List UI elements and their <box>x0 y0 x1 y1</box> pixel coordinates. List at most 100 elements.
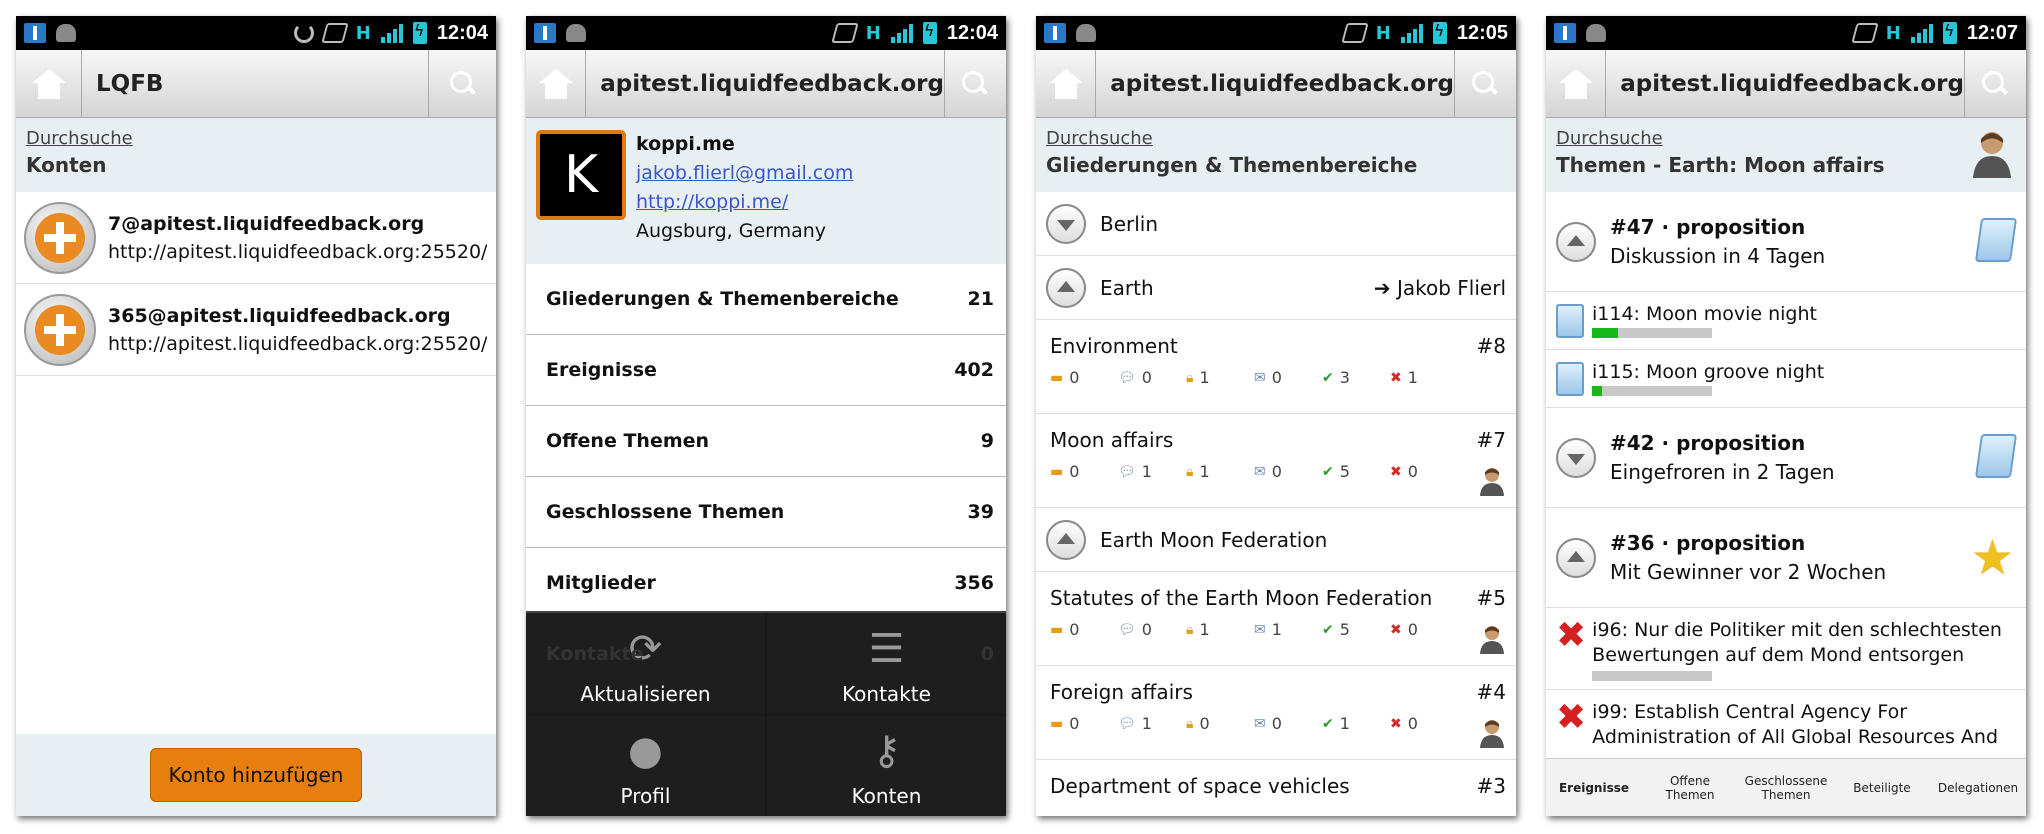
breadcrumb-link[interactable]: Durchsuche <box>1556 128 2016 149</box>
initiative-row[interactable]: ✖ i96: Nur die Politiker mit den schlech… <box>1546 608 2026 690</box>
usb-icon <box>534 23 556 43</box>
home-icon <box>1048 68 1083 99</box>
area-row-environment[interactable]: Environment #8 ▬ 0 💬︎ 0 🔒︎ 1 ✉ 0 ✔ 3 ✖ 1 <box>1036 320 1516 414</box>
search-button[interactable] <box>943 50 1006 117</box>
area-avatar-icon <box>1973 132 2011 178</box>
menu-item-profile[interactable]: ● Profil <box>526 715 765 816</box>
stat-new: 0 <box>1069 368 1080 387</box>
collapse-icon[interactable] <box>1556 537 1596 578</box>
stat-row-closed-issues[interactable]: Geschlossene Themen 39 <box>526 477 1006 548</box>
screen-areas: H 12:05 apitest.liquidfeedback.org Durch… <box>1036 16 1516 816</box>
tab-delegations[interactable]: Delegationen <box>1930 759 2026 816</box>
add-account-button[interactable]: Konto hinzufügen <box>149 748 363 802</box>
home-icon <box>31 68 66 99</box>
stat-rejected: 0 <box>1407 714 1418 733</box>
cross-icon: ✖ <box>1390 715 1402 732</box>
support-bar <box>1592 386 1712 396</box>
search-button[interactable] <box>428 50 496 117</box>
page-title: Gliederungen & Themenbereiche <box>1046 153 1418 177</box>
search-button[interactable] <box>1963 50 2026 117</box>
area-number: #3 <box>1476 774 1506 798</box>
issue-row-36[interactable]: #36 · proposition Mit Gewinner vor 2 Woc… <box>1546 508 2026 608</box>
bottom-tab-bar: Ereignisse Offene Themen Geschlossene Th… <box>1546 758 2026 816</box>
account-item[interactable]: 365@apitest.liquidfeedback.org http://ap… <box>16 284 496 376</box>
member-avatar-icon <box>1480 468 1504 496</box>
signal-icon <box>890 23 913 43</box>
tab-open-issues[interactable]: Offene Themen <box>1642 759 1738 816</box>
check-icon: ✔ <box>1322 463 1334 480</box>
stat-row-open-issues[interactable]: Offene Themen 9 <box>526 406 1006 477</box>
account-url: http://apitest.liquidfeedback.org:25520/ <box>108 332 488 355</box>
home-button[interactable] <box>16 50 82 117</box>
add-circle-icon <box>24 293 96 366</box>
expand-icon[interactable] <box>1556 437 1596 478</box>
status-bar: H 12:05 <box>1036 16 1516 50</box>
menu-item-accounts[interactable]: ⚷ Konten <box>767 715 1006 816</box>
options-menu: Kontakte ⟳ Aktualisieren 0 ☰ Kontakte ● … <box>526 611 1006 816</box>
home-button[interactable] <box>1036 50 1097 117</box>
action-bar: apitest.liquidfeedback.org <box>526 50 1006 118</box>
stat-voting: 1 <box>1271 620 1282 639</box>
stat-new: 0 <box>1069 714 1080 733</box>
search-icon <box>1982 70 2008 97</box>
unit-row-earth[interactable]: Earth ➔ Jakob Flierl <box>1036 256 1516 320</box>
breadcrumb-link[interactable]: Durchsuche <box>26 128 486 149</box>
ballot-icon: ✉ <box>1254 715 1266 732</box>
stat-accepted: 5 <box>1339 462 1350 481</box>
action-bar: apitest.liquidfeedback.org <box>1036 50 1516 118</box>
tab-events[interactable]: Ereignisse <box>1546 759 1642 816</box>
action-bar: LQFB <box>16 50 496 118</box>
tab-participants[interactable]: Beteiligte <box>1834 759 1930 816</box>
screen-issues: H 12:07 apitest.liquidfeedback.org Durch… <box>1546 16 2026 816</box>
page-title: Konten <box>26 153 107 177</box>
home-button[interactable] <box>526 50 587 117</box>
expand-icon[interactable] <box>1046 203 1086 244</box>
stat-label: Mitglieder <box>546 572 656 594</box>
collapse-icon[interactable] <box>1556 221 1596 262</box>
profile-website-link[interactable]: http://koppi.me/ <box>636 188 853 217</box>
winner-star-icon: ★ <box>1970 530 2014 586</box>
add-circle-icon <box>24 201 96 274</box>
stat-label: Gliederungen & Themenbereiche <box>546 288 899 310</box>
account-item[interactable]: 7@apitest.liquidfeedback.org http://apit… <box>16 192 496 284</box>
area-row-foreign-affairs[interactable]: Foreign affairs #4 ▬ 0 💬︎ 1 🔒︎ 0 ✉ 0 ✔ 1 ✖ 0 <box>1036 666 1516 760</box>
arrow-right-icon: ➔ <box>1373 275 1397 300</box>
tab-closed-issues[interactable]: Geschlossene Themen <box>1738 759 1834 816</box>
account-name: 365@apitest.liquidfeedback.org <box>108 304 451 327</box>
stat-rejected: 1 <box>1407 368 1418 387</box>
profile-email-link[interactable]: jakob.flierl@gmail.com <box>636 159 853 188</box>
unit-row-berlin[interactable]: Berlin <box>1036 192 1516 256</box>
stat-rejected: 0 <box>1407 462 1418 481</box>
menu-item-contacts[interactable]: 0 ☰ Kontakte <box>767 613 1006 714</box>
collapse-icon[interactable] <box>1046 519 1086 560</box>
collapse-icon[interactable] <box>1046 267 1086 308</box>
debug-icon <box>56 24 76 42</box>
usb-icon <box>1044 23 1066 43</box>
stat-voting: 0 <box>1271 714 1282 733</box>
area-row-space-vehicles[interactable]: Department of space vehicles #3 <box>1036 760 1516 816</box>
cross-icon: ✖ <box>1390 621 1402 638</box>
menu-item-refresh[interactable]: Kontakte ⟳ Aktualisieren <box>526 613 765 714</box>
area-row-statutes[interactable]: Statutes of the Earth Moon Federation #5 … <box>1036 572 1516 666</box>
breadcrumb-link[interactable]: Durchsuche <box>1046 128 1506 149</box>
initiative-title: i99: Establish Central Agency For Admini… <box>1592 701 1999 748</box>
issue-state: Mit Gewinner vor 2 Wochen <box>1610 559 1887 584</box>
initiative-row[interactable]: i114: Moon movie night <box>1546 292 2026 350</box>
home-button[interactable] <box>1546 50 1607 117</box>
issue-row-47[interactable]: #47 · proposition Diskussion in 4 Tagen <box>1546 192 2026 292</box>
issue-row-42[interactable]: #42 · proposition Eingefroren in 2 Tagen <box>1546 408 2026 508</box>
stat-row-areas[interactable]: Gliederungen & Themenbereiche 21 <box>526 264 1006 335</box>
scroll-icon <box>1556 361 1584 396</box>
initiative-row[interactable]: i115: Moon groove night <box>1546 350 2026 408</box>
clock: 12:05 <box>1456 21 1508 44</box>
breadcrumb: Durchsuche Konten <box>16 118 496 192</box>
search-button[interactable] <box>1453 50 1516 117</box>
stat-row-members[interactable]: Mitglieder 356 <box>526 548 1006 619</box>
stat-count: 21 <box>967 288 994 310</box>
stat-label: Offene Themen <box>546 430 710 452</box>
area-row-moon-affairs[interactable]: Moon affairs #7 ▬ 0 💬︎ 1 🔒︎ 1 ✉ 0 ✔ 5 ✖ 0 <box>1036 414 1516 508</box>
profile-name: koppi.me <box>636 133 735 155</box>
stat-row-events[interactable]: Ereignisse 402 <box>526 335 1006 406</box>
unit-row-federation[interactable]: Earth Moon Federation <box>1036 508 1516 572</box>
profile-location: Augsburg, Germany <box>636 220 827 242</box>
